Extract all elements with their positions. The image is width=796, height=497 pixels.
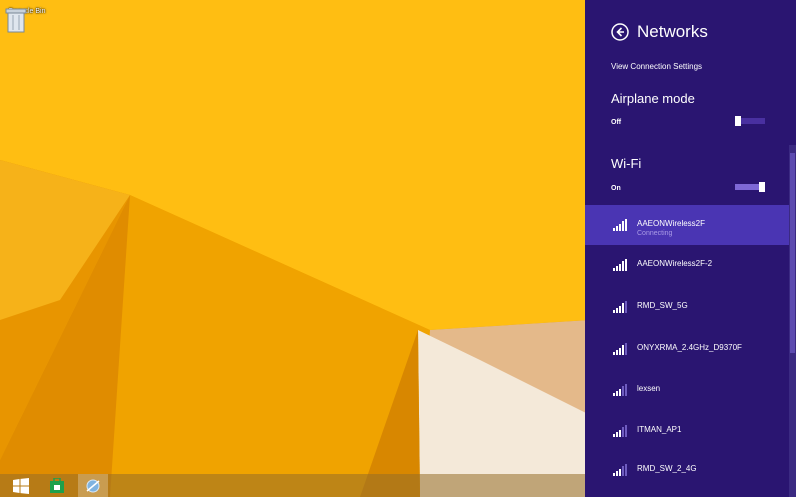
panel-header: Networks — [611, 22, 708, 42]
network-name: AAEONWireless2F-2 — [637, 259, 713, 268]
wifi-signal-icon — [613, 464, 627, 476]
network-item[interactable]: ONYXRMA_2.4GHz_D9370F — [585, 329, 789, 369]
wifi-toggle[interactable] — [735, 182, 765, 192]
network-settings-icon — [86, 479, 100, 492]
panel-title: Networks — [637, 22, 708, 41]
network-item[interactable]: AAEONWireless2F Connecting — [585, 205, 789, 245]
network-list-scrollbar[interactable] — [789, 145, 796, 497]
network-name: RMD_SW_2_4G — [637, 464, 697, 473]
network-name: RMD_SW_5G — [637, 301, 688, 310]
wifi-signal-icon — [613, 259, 627, 271]
start-button[interactable] — [6, 474, 36, 497]
wifi-signal-icon — [613, 384, 627, 396]
wifi-signal-icon — [613, 301, 627, 313]
wifi-signal-icon — [613, 343, 627, 355]
recycle-bin-icon — [5, 8, 27, 33]
back-arrow-icon[interactable] — [611, 23, 629, 41]
network-name: AAEONWireless2F — [637, 219, 706, 228]
wifi-title: Wi-Fi — [611, 156, 642, 171]
network-item[interactable]: AAEONWireless2F-2 — [585, 245, 789, 285]
network-item[interactable]: RMD_SW_2_4G — [585, 450, 789, 490]
view-connection-settings-link[interactable]: View Connection Settings — [611, 62, 702, 71]
network-item[interactable]: RMD_SW_5G — [585, 287, 789, 327]
airplane-mode-title: Airplane mode — [611, 91, 695, 106]
networks-charm-panel: Networks View Connection Settings Airpla… — [585, 0, 796, 497]
network-name: ITMAN_AP1 — [637, 425, 682, 434]
network-status: Connecting — [637, 230, 673, 237]
network-name: ONYXRMA_2.4GHz_D9370F — [637, 343, 742, 352]
wifi-state: On — [611, 185, 621, 192]
toggle-thumb — [759, 182, 765, 192]
store-icon — [50, 477, 64, 493]
network-name: lexsen — [637, 384, 661, 393]
windows-start-icon — [13, 477, 29, 494]
scrollbar-thumb[interactable] — [790, 153, 795, 353]
recycle-bin[interactable]: Recycle Bin — [5, 6, 49, 52]
wifi-signal-icon — [613, 425, 627, 437]
airplane-mode-state: Off — [611, 119, 622, 126]
taskbar — [0, 474, 585, 497]
wifi-signal-icon — [613, 219, 627, 231]
network-item[interactable]: lexsen — [585, 370, 789, 410]
toggle-thumb — [735, 116, 741, 126]
network-taskbar-button[interactable] — [78, 474, 108, 497]
network-item[interactable]: ITMAN_AP1 — [585, 411, 789, 451]
store-button[interactable] — [42, 474, 72, 497]
airplane-mode-toggle[interactable] — [735, 116, 765, 126]
